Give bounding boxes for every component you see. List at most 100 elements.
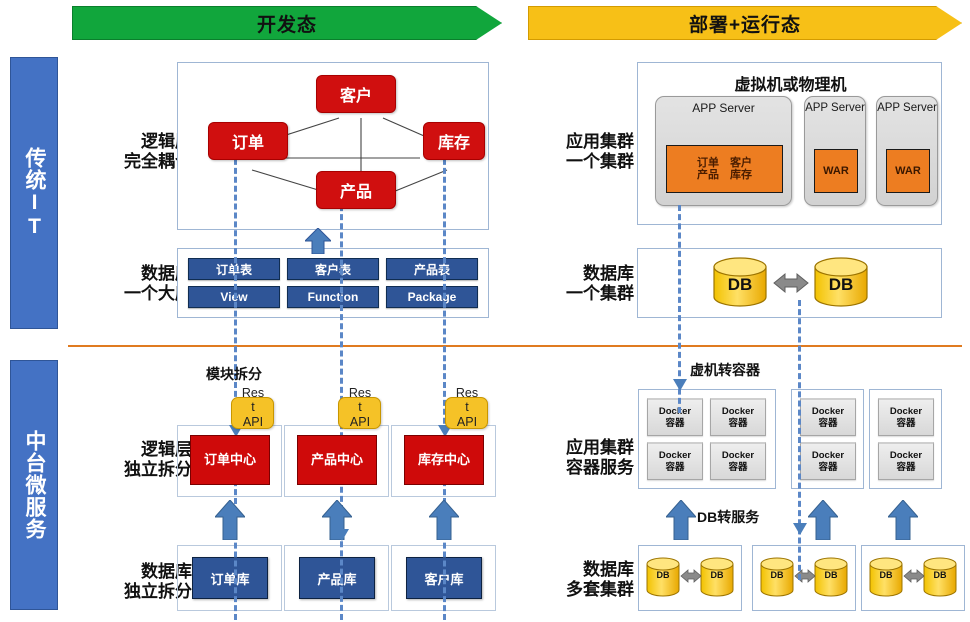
banner-development-label: 开发态 bbox=[256, 14, 317, 36]
arrowhead-product-split bbox=[335, 529, 349, 541]
node-customer: 客户 bbox=[316, 75, 396, 113]
banner-development-state: 开发态 bbox=[72, 6, 502, 40]
docker-sub: 容器 bbox=[728, 461, 748, 473]
microdb-order: 订单库 bbox=[192, 557, 268, 599]
rest-api-pill-product bbox=[338, 397, 381, 429]
annotation-db-to-service: DB转服务 bbox=[697, 509, 760, 525]
rail-traditional-it-label: 传统IT bbox=[23, 147, 47, 239]
caption-micro-db-cluster: 数据库 多套集群 bbox=[530, 554, 634, 606]
rail-midplatform-microservice-label: 中台微服务 bbox=[23, 430, 47, 540]
db-object-function: Function bbox=[287, 286, 379, 308]
arrow-customerdb-to-stockservice bbox=[429, 500, 459, 540]
docker-sub: 容器 bbox=[896, 461, 916, 473]
annotation-vm-to-container: 虚机转容器 bbox=[690, 362, 760, 378]
microservice-stock: 库存中心 bbox=[404, 435, 484, 485]
panel-legacy-db-cluster: DB DB bbox=[637, 248, 942, 318]
docker-container: Docker 容器 bbox=[710, 398, 766, 436]
docker-label: Docker bbox=[721, 406, 755, 418]
caption-legacy-db-cluster-line2: 一个集群 bbox=[566, 284, 634, 303]
caption-micro-app-cluster: 应用集群 容器服务 bbox=[530, 432, 634, 484]
legacy-db-cluster-graphic bbox=[713, 257, 868, 307]
node-order: 订单 bbox=[208, 122, 288, 160]
db-object-customer-table-label: 客户表 bbox=[314, 262, 351, 277]
docker-sub: 容器 bbox=[818, 417, 838, 429]
docker-label: Docker bbox=[889, 406, 923, 418]
vm-panel-title: 虚拟机或物理机 bbox=[734, 77, 847, 94]
docker-label: Docker bbox=[889, 450, 923, 462]
app-server-tertiary-title: APP Server bbox=[877, 102, 937, 114]
rail-midplatform-microservice: 中台微服务 bbox=[10, 360, 58, 610]
db-object-package: Package bbox=[386, 286, 478, 308]
payload-line-2: 产品 库存 bbox=[697, 169, 752, 181]
banner-deploy-runtime-state: 部署+运行态 bbox=[528, 6, 962, 40]
db-object-product-table: 产品表 bbox=[386, 258, 478, 280]
docker-sub: 容器 bbox=[728, 417, 748, 429]
panel-microdb-order: 订单库 bbox=[177, 545, 282, 611]
node-stock-label: 库存 bbox=[437, 135, 470, 152]
caption-legacy-db-cluster: 数据库 一个集群 bbox=[530, 258, 634, 310]
caption-legacy-app-cluster-line2: 一个集群 bbox=[566, 152, 634, 171]
caption-micro-db-cluster-line1: 数据库 bbox=[583, 559, 634, 579]
microservice-product: 产品中心 bbox=[297, 435, 377, 485]
node-order-label: 订单 bbox=[231, 135, 264, 152]
legacy-db-node-right: DB bbox=[828, 275, 854, 294]
arrowhead-vm-to-container bbox=[673, 379, 687, 391]
payload-line-1: 订单 客户 bbox=[697, 156, 752, 169]
db-pair-left-label: DB bbox=[656, 570, 670, 580]
db-pair-right-label: DB bbox=[824, 570, 838, 580]
legacy-db-node-left: DB bbox=[727, 275, 753, 294]
docker-container: Docker 容器 bbox=[800, 442, 856, 480]
caption-legacy-db-cluster-line1: 数据库 bbox=[583, 263, 634, 283]
node-product: 产品 bbox=[316, 171, 396, 209]
db-pair-left-label: DB bbox=[770, 570, 784, 580]
container-cluster-2: Docker 容器 Docker 容器 bbox=[791, 389, 864, 489]
microservice-order: 订单中心 bbox=[190, 435, 270, 485]
app-server-secondary-payload: WAR bbox=[814, 149, 858, 193]
trace-line-db bbox=[798, 300, 801, 580]
app-server-secondary: APP Server WAR bbox=[804, 96, 866, 206]
trace-line-order bbox=[234, 150, 237, 620]
db-pair-left-label: DB bbox=[879, 570, 893, 580]
arrow-db-to-logic bbox=[305, 228, 331, 254]
db-object-function-label: Function bbox=[307, 290, 359, 304]
arrow-dbcluster1-to-containers bbox=[666, 500, 696, 540]
app-server-tertiary-payload: WAR bbox=[886, 149, 930, 193]
docker-container: Docker 容器 bbox=[878, 442, 934, 480]
architecture-diagram: 开发态 部署+运行态 传统IT 中台微服务 逻辑层 完全耦合 客户 订单 库存 … bbox=[0, 0, 970, 622]
node-customer-label: 客户 bbox=[339, 88, 372, 105]
db-pair-right-label: DB bbox=[710, 570, 724, 580]
caption-micro-app-cluster-line2: 容器服务 bbox=[566, 458, 634, 477]
section-divider bbox=[68, 345, 962, 347]
rest-api-pill-order bbox=[231, 397, 274, 429]
node-stock: 库存 bbox=[423, 122, 485, 160]
app-server-primary-payload: 订单 客户 产品 库存 bbox=[666, 145, 783, 193]
panel-microservice-product: 产品中心 bbox=[284, 425, 389, 497]
docker-container: Docker 容器 bbox=[878, 398, 934, 436]
app-server-primary-title: APP Server bbox=[692, 101, 755, 115]
docker-container: Docker 容器 bbox=[710, 442, 766, 480]
docker-container: Docker 容器 bbox=[647, 398, 703, 436]
panel-microservice-order: 订单中心 bbox=[177, 425, 282, 497]
banner-deploy-runtime-label: 部署+运行态 bbox=[688, 14, 802, 36]
microdb-product: 产品库 bbox=[299, 557, 375, 599]
annotation-module-split: 模块拆分 bbox=[206, 366, 262, 382]
caption-legacy-app-cluster: 应用集群 一个集群 bbox=[530, 126, 634, 178]
db-object-customer-table: 客户表 bbox=[287, 258, 379, 280]
app-server-tertiary: APP Server WAR bbox=[876, 96, 938, 206]
db-object-package-label: Package bbox=[407, 290, 457, 304]
container-cluster-3: Docker 容器 Docker 容器 bbox=[869, 389, 942, 489]
panel-microdb-product: 产品库 bbox=[284, 545, 389, 611]
db-cluster-pair-1: DB DB bbox=[638, 545, 742, 611]
arrow-dbcluster3-to-containers bbox=[888, 500, 918, 540]
docker-label: Docker bbox=[811, 450, 845, 462]
trace-line-stock bbox=[443, 150, 446, 620]
rail-traditional-it: 传统IT bbox=[10, 57, 58, 329]
docker-label: Docker bbox=[658, 450, 692, 462]
caption-micro-db-cluster-line2: 多套集群 bbox=[566, 580, 634, 599]
container-cluster-1: Docker 容器 Docker 容器 Docker 容器 Docker 容器 bbox=[638, 389, 776, 489]
docker-label: Docker bbox=[721, 450, 755, 462]
docker-sub: 容器 bbox=[665, 461, 685, 473]
db-pair-right-label: DB bbox=[933, 570, 947, 580]
caption-legacy-app-cluster-line1: 应用集群 bbox=[566, 131, 634, 151]
arrow-orderdb-to-orderservice bbox=[215, 500, 245, 540]
